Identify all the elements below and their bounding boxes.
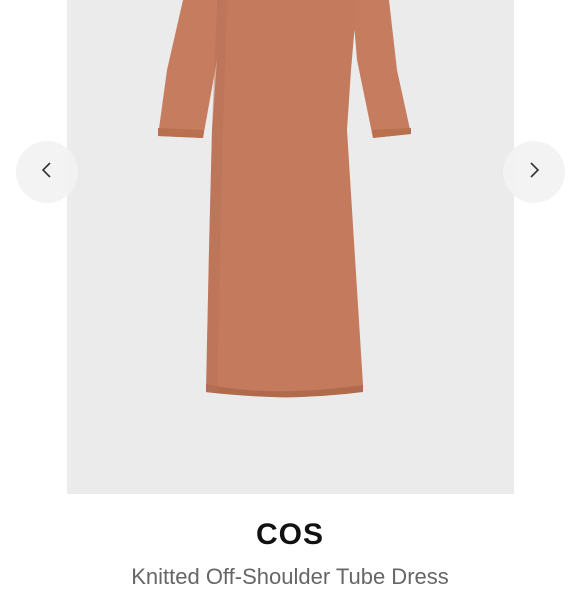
- product-title: Knitted Off-Shoulder Tube Dress: [131, 564, 449, 589]
- carousel-prev-button[interactable]: [16, 141, 78, 203]
- brand-name: COS: [255, 518, 324, 551]
- dress-illustration: [158, 0, 411, 398]
- chevron-right-icon: [527, 160, 541, 185]
- product-image: [67, 0, 514, 494]
- chevron-left-icon: [40, 160, 54, 185]
- carousel-next-button[interactable]: [503, 141, 565, 203]
